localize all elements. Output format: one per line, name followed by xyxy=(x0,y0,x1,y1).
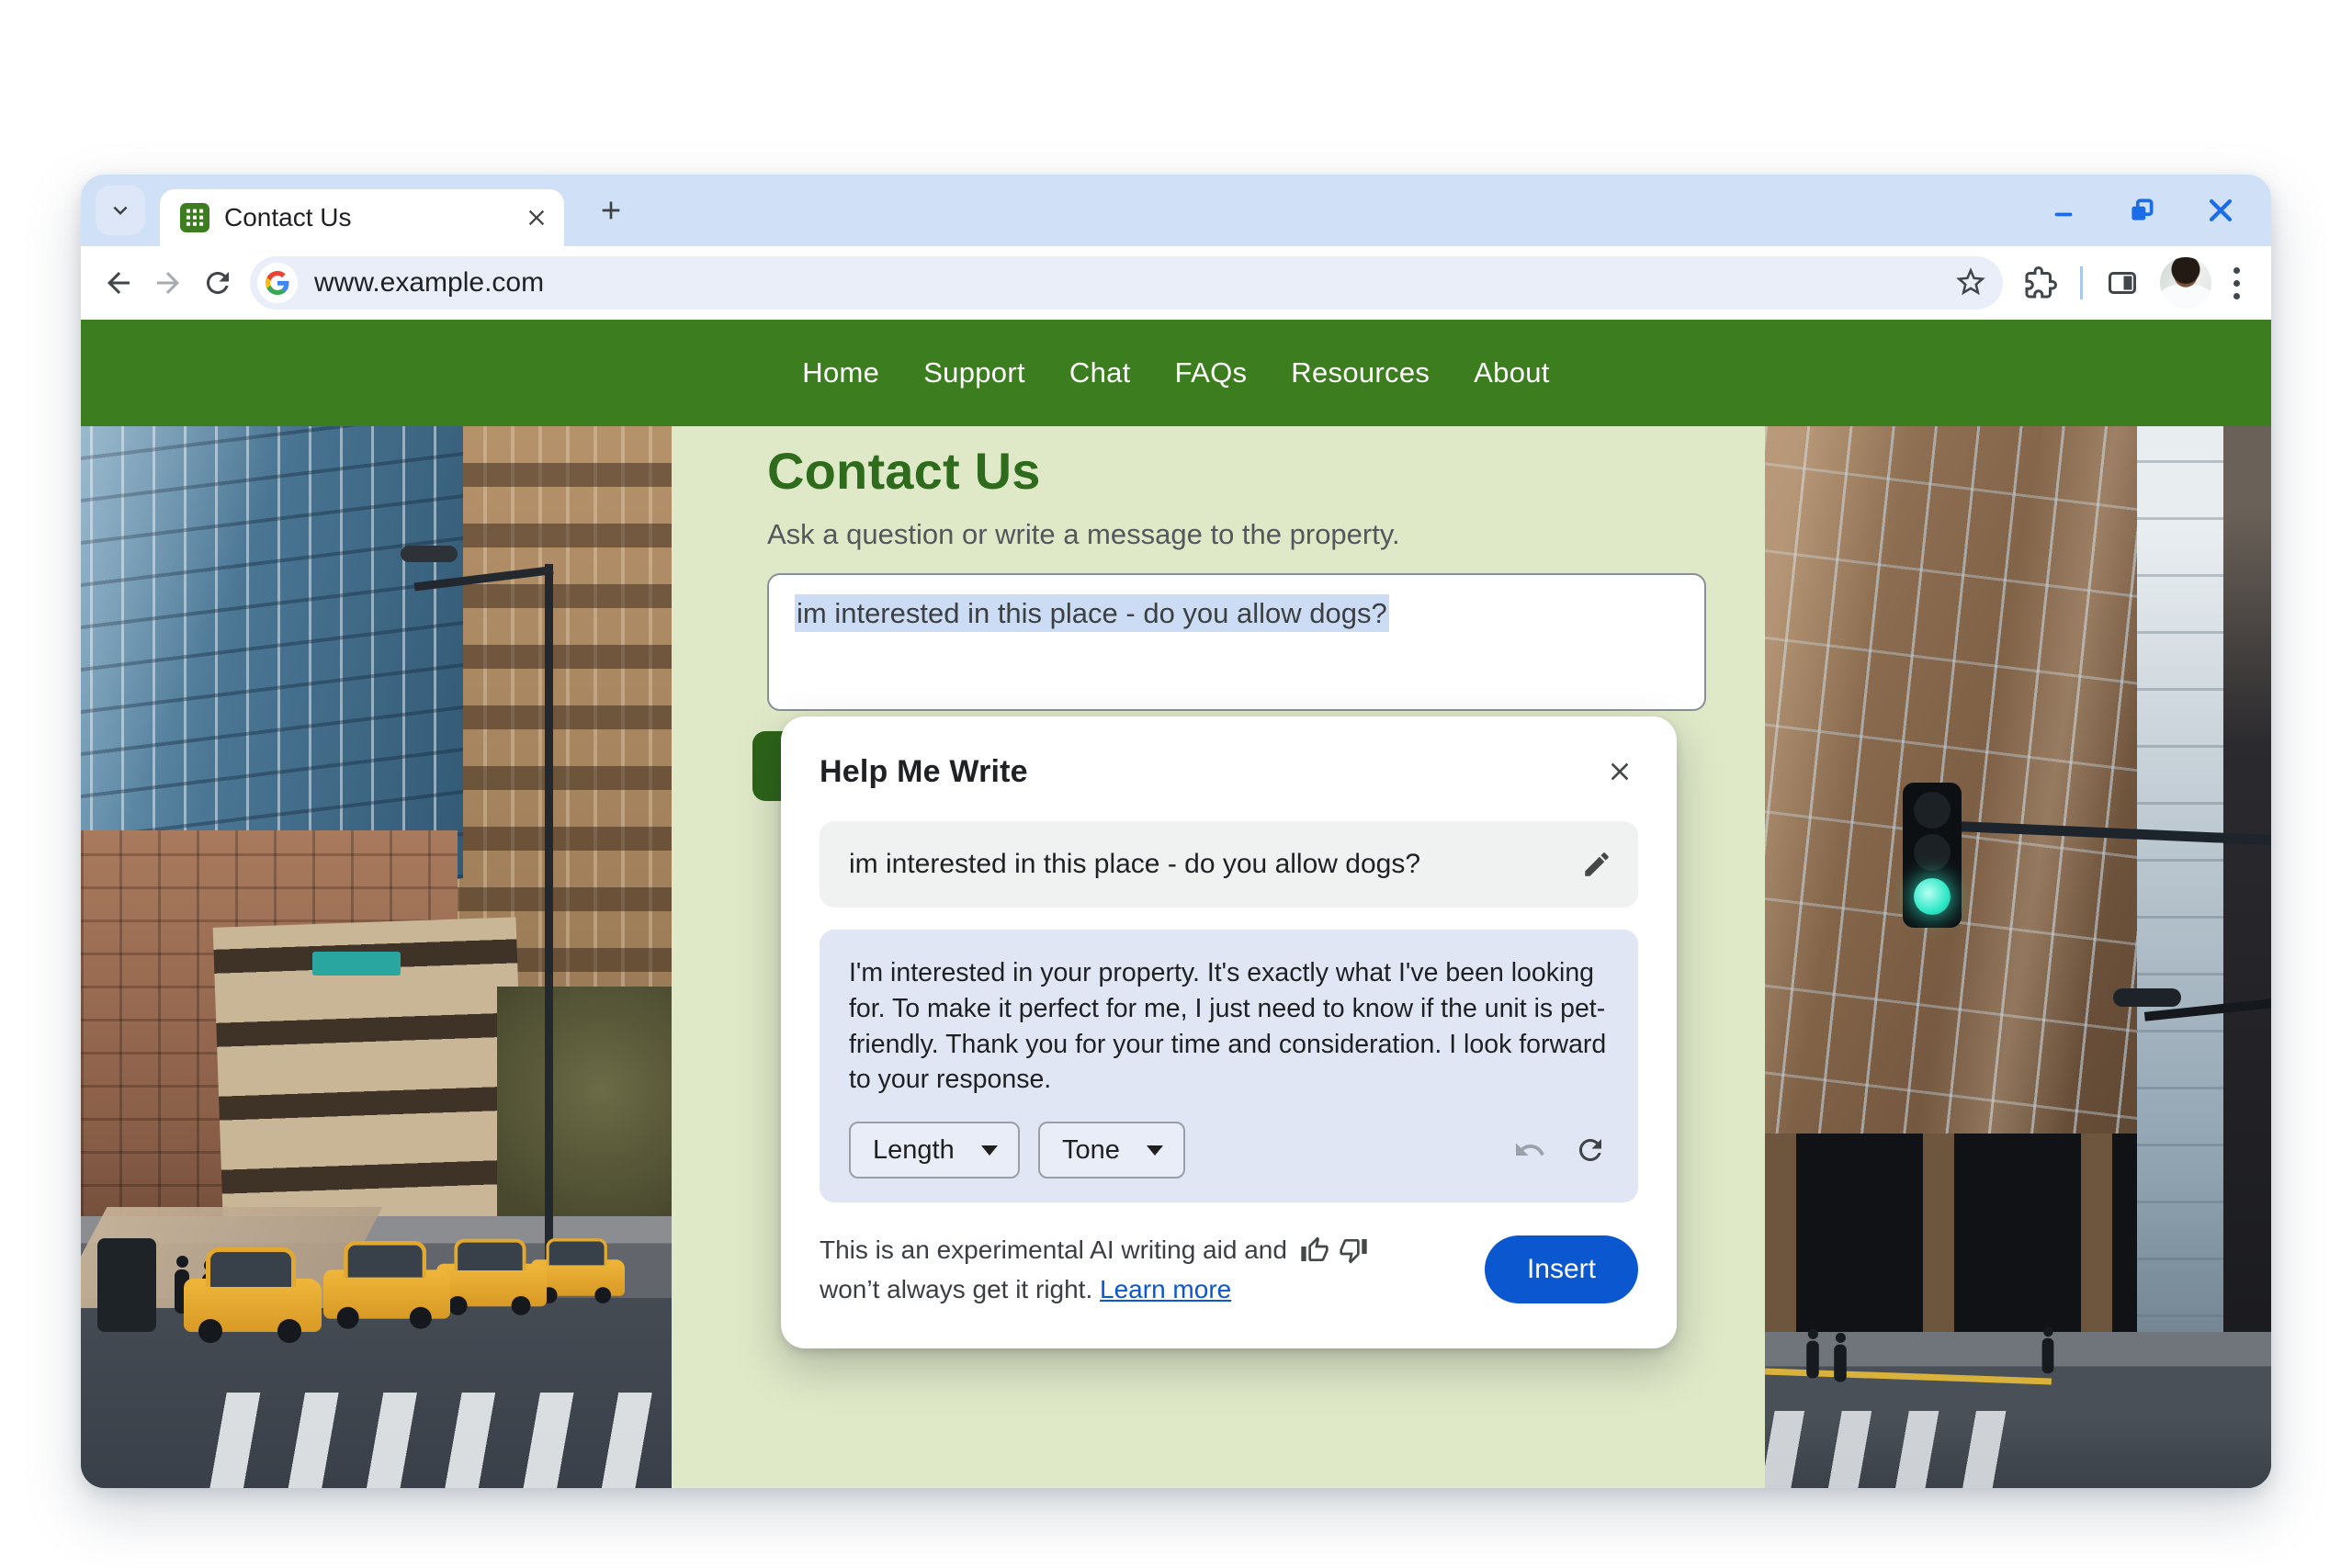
taxi xyxy=(323,1241,450,1329)
insert-button[interactable]: Insert xyxy=(1484,1235,1638,1304)
thumb-up-icon[interactable] xyxy=(1300,1235,1329,1265)
minimize-icon[interactable] xyxy=(2049,196,2078,225)
teal-sign xyxy=(312,952,401,976)
thumb-down-icon[interactable] xyxy=(1339,1235,1368,1265)
plus-icon xyxy=(596,196,626,225)
page-content: Contact Us Ask a question or write a mes… xyxy=(81,426,2271,1488)
crosswalk-stripes xyxy=(1765,1411,2022,1488)
tone-dropdown[interactable]: Tone xyxy=(1038,1122,1185,1179)
learn-more-link[interactable]: Learn more xyxy=(1100,1275,1231,1303)
pedestrian xyxy=(2041,1326,2054,1374)
side-panel-icon[interactable] xyxy=(2098,258,2147,308)
google-logo-icon xyxy=(257,263,298,303)
tree-layer xyxy=(497,987,672,1244)
toolbar-divider xyxy=(2080,266,2083,299)
streetlight-head xyxy=(401,546,458,562)
forward-button[interactable] xyxy=(143,258,193,308)
nav-link-chat[interactable]: Chat xyxy=(1069,356,1131,389)
window-controls xyxy=(2049,195,2236,226)
disclaimer-text: This is an experimental AI writing aid a… xyxy=(820,1230,1368,1310)
page-title: Contact Us xyxy=(767,442,1041,500)
reload-button[interactable] xyxy=(193,258,243,308)
chevron-down-icon xyxy=(107,197,134,224)
help-me-write-dialog: Help Me Write im interested in this plac… xyxy=(781,716,1677,1348)
browser-window: Contact Us www.example.com Home Support … xyxy=(81,175,2271,1488)
prompt-text: im interested in this place - do you all… xyxy=(849,849,1421,879)
dropdown-caret-icon xyxy=(981,1145,998,1156)
page-subtitle: Ask a question or write a message to the… xyxy=(767,518,1400,550)
tab-title: Contact Us xyxy=(224,203,352,231)
photo-street-left xyxy=(81,426,672,1488)
taxi xyxy=(436,1238,547,1315)
pedestrian xyxy=(1806,1328,1819,1379)
suggestion-box: I'm interested in your property. It's ex… xyxy=(820,930,1638,1202)
message-input[interactable]: im interested in this place - do you all… xyxy=(767,573,1706,711)
photo-street-right xyxy=(1765,426,2271,1488)
tab-close-icon[interactable] xyxy=(524,205,549,231)
traffic-light-green xyxy=(1903,783,1962,928)
url-text: www.example.com xyxy=(314,267,545,298)
address-bar[interactable]: www.example.com xyxy=(250,256,2003,310)
site-favicon-icon xyxy=(180,203,209,232)
pedestrian xyxy=(1834,1332,1847,1382)
tone-label: Tone xyxy=(1062,1134,1120,1165)
undo-icon[interactable] xyxy=(1513,1134,1546,1167)
bookmark-star-icon[interactable] xyxy=(1953,265,1988,304)
tab-strip: Contact Us xyxy=(81,175,2271,246)
nav-link-resources[interactable]: Resources xyxy=(1291,356,1430,389)
streetlight-head xyxy=(2113,988,2181,1007)
storefront-layer xyxy=(1765,1134,2137,1347)
streetlight-pole xyxy=(545,564,553,1268)
back-button[interactable] xyxy=(94,258,143,308)
dropdown-caret-icon xyxy=(1147,1145,1163,1156)
profile-avatar[interactable] xyxy=(2160,257,2211,309)
extensions-icon[interactable] xyxy=(2016,258,2065,308)
restore-window-icon[interactable] xyxy=(2126,195,2157,226)
nav-link-faqs[interactable]: FAQs xyxy=(1175,356,1248,389)
length-label: Length xyxy=(873,1134,955,1165)
taxi xyxy=(184,1247,322,1343)
site-navbar: Home Support Chat FAQs Resources About xyxy=(81,320,2271,426)
nav-link-home[interactable]: Home xyxy=(802,356,879,389)
suggestion-text: I'm interested in your property. It's ex… xyxy=(849,958,1607,1095)
trash-bin xyxy=(97,1238,156,1332)
contact-column: Contact Us Ask a question or write a mes… xyxy=(672,426,1765,1488)
browser-menu-icon[interactable] xyxy=(2233,266,2240,299)
nav-link-support[interactable]: Support xyxy=(923,356,1025,389)
tab-search-button[interactable] xyxy=(96,186,145,235)
browser-tab-contact-us[interactable]: Contact Us xyxy=(160,189,564,246)
new-tab-button[interactable] xyxy=(586,186,636,235)
glass-building-layer xyxy=(2137,426,2225,1488)
close-window-icon[interactable] xyxy=(2205,195,2236,226)
length-dropdown[interactable]: Length xyxy=(849,1122,1020,1179)
prompt-box: im interested in this place - do you all… xyxy=(820,821,1638,908)
dialog-title: Help Me Write xyxy=(820,753,1028,789)
crosswalk-stripes xyxy=(182,1393,672,1488)
dialog-close-icon[interactable] xyxy=(1601,753,1638,790)
dark-building-layer xyxy=(2223,426,2271,1488)
nav-link-about[interactable]: About xyxy=(1474,356,1550,389)
regenerate-icon[interactable] xyxy=(1574,1134,1607,1167)
selected-text: im interested in this place - do you all… xyxy=(795,594,1389,632)
desktop-background: Contact Us www.example.com Home Support … xyxy=(0,0,2352,1568)
browser-toolbar: www.example.com xyxy=(81,246,2271,320)
edit-pencil-icon[interactable] xyxy=(1581,849,1612,880)
